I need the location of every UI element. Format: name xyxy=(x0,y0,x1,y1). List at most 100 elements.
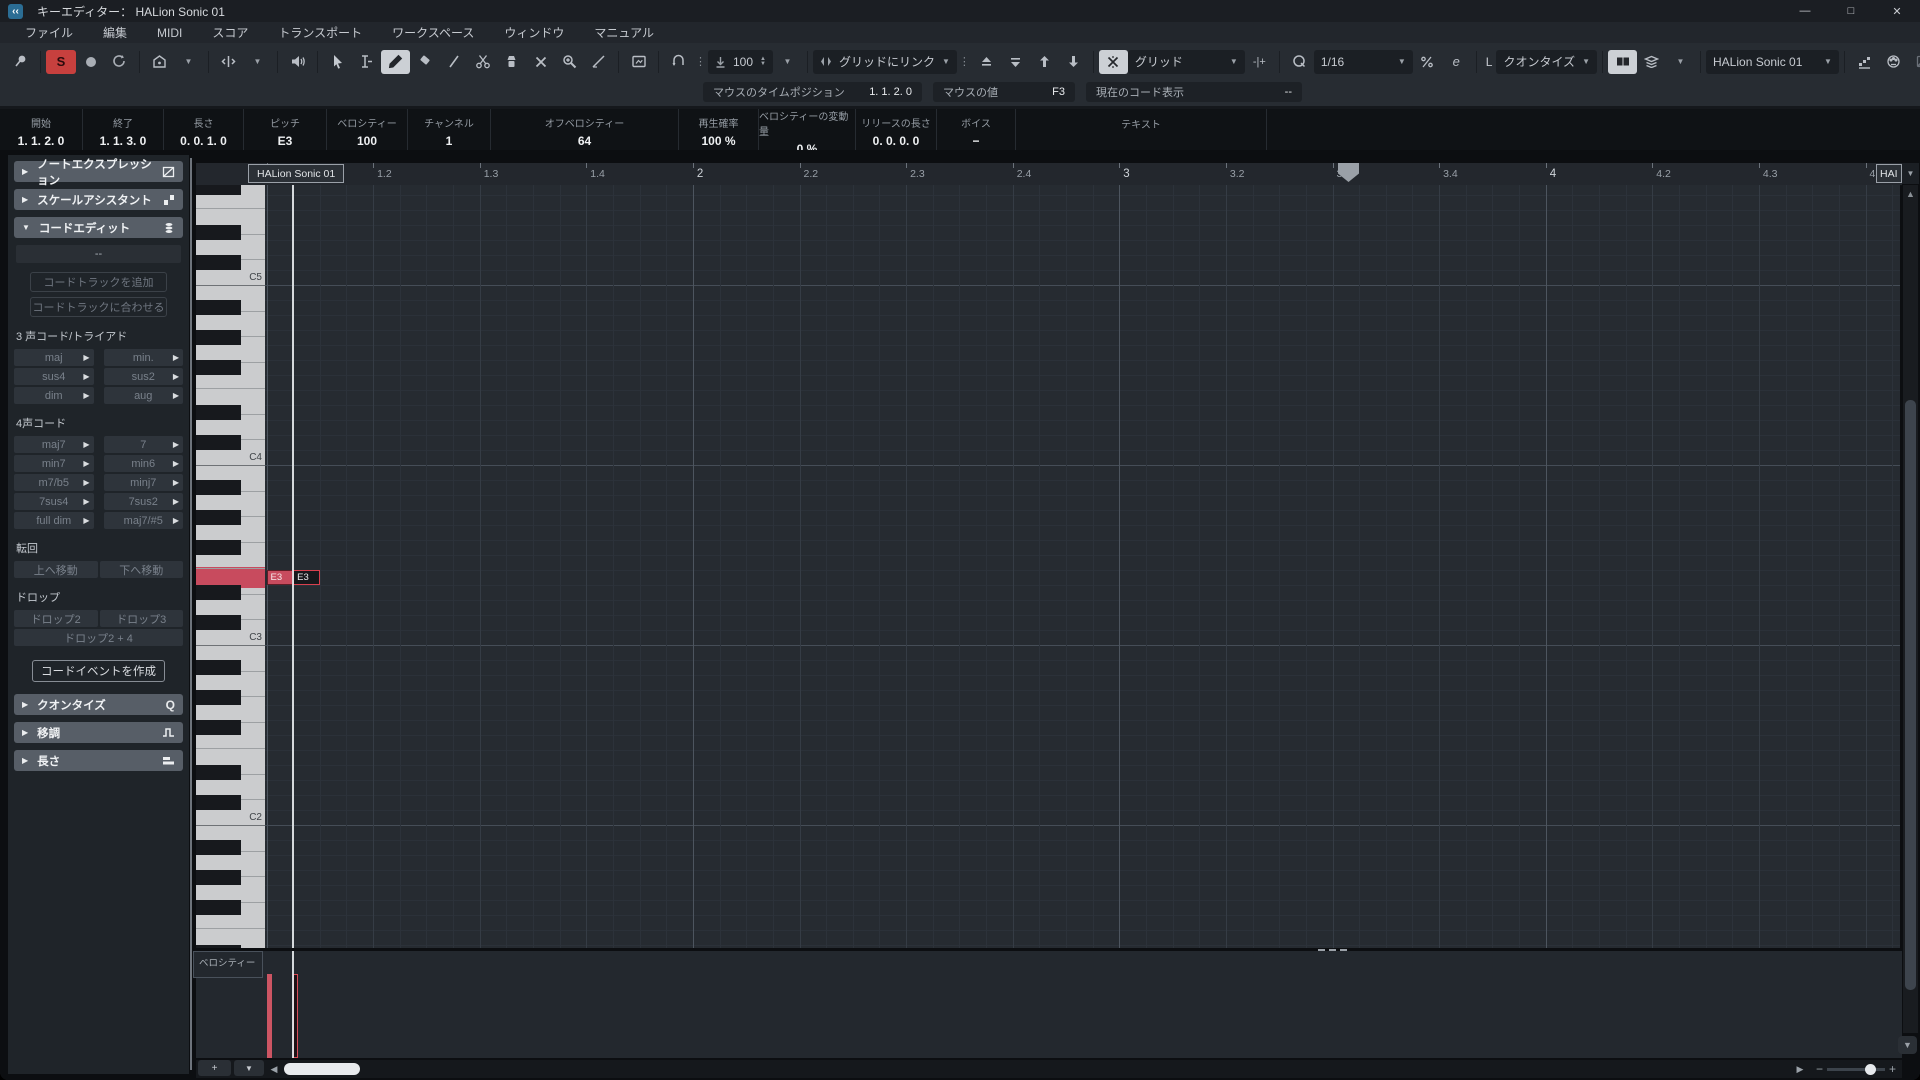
create-chord-event-button[interactable]: コードイベントを作成 xyxy=(32,660,165,682)
chord-button-maj[interactable]: maj▶ xyxy=(14,349,94,366)
menu-item-3[interactable]: スコア xyxy=(197,24,263,41)
piano-black-key[interactable] xyxy=(196,795,241,810)
chord-button-maj7[interactable]: maj7▶ xyxy=(14,436,94,453)
info-column-1[interactable]: 終了1. 1. 3. 0 xyxy=(83,109,164,153)
play-arrow-icon[interactable]: ▶ xyxy=(173,436,179,453)
pin-editor-icon[interactable] xyxy=(6,50,35,74)
piano-black-key[interactable] xyxy=(196,435,241,450)
zoom-track[interactable] xyxy=(1827,1068,1885,1071)
piano-black-key[interactable] xyxy=(196,765,241,780)
chord-button-aug[interactable]: aug▶ xyxy=(104,387,184,404)
piano-black-key[interactable] xyxy=(196,720,241,735)
line-tool[interactable] xyxy=(584,50,613,74)
add-chord-track-button[interactable]: コードトラックを追加 xyxy=(30,272,167,292)
midi-note-E3-selected[interactable]: E3 xyxy=(293,570,320,585)
iterative-quantize-icon[interactable] xyxy=(1413,50,1442,74)
independent-loop-button[interactable] xyxy=(664,50,693,74)
piano-black-key[interactable] xyxy=(196,540,241,555)
info-value[interactable]: 64 xyxy=(578,134,591,148)
left-zone-scrollbar[interactable] xyxy=(190,158,192,1070)
play-arrow-icon[interactable]: ▶ xyxy=(173,387,179,404)
piano-black-key[interactable] xyxy=(196,900,241,915)
horizontal-scrollbar[interactable] xyxy=(196,1060,1902,1078)
length-quantize-dropdown[interactable]: クオンタイズ ▼ xyxy=(1496,50,1597,74)
close-button[interactable]: ✕ xyxy=(1874,0,1920,22)
chord-button-dim[interactable]: dim▶ xyxy=(14,387,94,404)
chord-button-maj7-5[interactable]: maj7/#5▶ xyxy=(104,512,184,529)
scroll-right-icon[interactable]: ▶ xyxy=(1792,1062,1808,1076)
piano-black-key[interactable] xyxy=(196,660,241,675)
info-column-9[interactable]: リリースの長さ0. 0. 0. 0 xyxy=(856,109,937,153)
quantize-q-icon[interactable] xyxy=(1285,50,1314,74)
play-arrow-icon[interactable]: ▶ xyxy=(83,493,89,510)
info-column-2[interactable]: 長さ0. 0. 1. 0 xyxy=(164,109,244,153)
scroll-left-icon[interactable]: ◀ xyxy=(266,1062,282,1076)
grid-link-dropdown[interactable]: グリッドにリンク ▼ xyxy=(813,50,957,74)
velocity-bar[interactable] xyxy=(267,974,272,1058)
track-selector-dropdown[interactable]: HALion Sonic 01 ▼ xyxy=(1706,50,1839,74)
erase-tool[interactable] xyxy=(410,50,439,74)
zoom-slider[interactable]: − + xyxy=(1816,1062,1896,1076)
event-layers-icon[interactable] xyxy=(1637,50,1666,74)
collapse-lane-chevron[interactable]: ▼ xyxy=(1898,1036,1917,1054)
play-arrow-icon[interactable]: ▶ xyxy=(83,436,89,453)
chord-button-min7[interactable]: min7▶ xyxy=(14,455,94,472)
piano-black-key[interactable] xyxy=(196,255,241,270)
lane-divider[interactable] xyxy=(196,948,1902,951)
nudge-up-button[interactable] xyxy=(972,50,1001,74)
piano-black-key[interactable] xyxy=(196,300,241,315)
zoom-out-icon[interactable]: − xyxy=(1816,1062,1823,1076)
menu-item-5[interactable]: ワークスペース xyxy=(377,24,489,41)
menu-item-4[interactable]: トランスポート xyxy=(263,24,377,41)
info-column-8[interactable]: ベロシティーの変動量0 % xyxy=(759,109,856,153)
velocity-lane-label[interactable]: ベロシティー xyxy=(193,951,263,978)
note-grid[interactable]: E3E3 xyxy=(265,185,1900,950)
section-scale-assistant[interactable]: ▶ スケールアシスタント xyxy=(14,189,183,210)
piano-black-key[interactable] xyxy=(196,510,241,525)
insert-velocity-field[interactable]: 100 ▲▼ xyxy=(708,50,773,74)
chord-button-minj7[interactable]: minj7▶ xyxy=(104,474,184,491)
info-column-6[interactable]: オフベロシティー64 xyxy=(491,109,679,153)
edit-in-place-frame-icon[interactable] xyxy=(624,50,653,74)
horizontal-scroll-thumb[interactable] xyxy=(284,1063,360,1075)
chord-button-m7-b5[interactable]: m7/b5▶ xyxy=(14,474,94,491)
part-name-box[interactable]: HALion Sonic 01 xyxy=(248,164,344,183)
velocity-lane[interactable] xyxy=(196,951,1902,1058)
menu-item-7[interactable]: マニュアル xyxy=(579,24,669,41)
menu-item-6[interactable]: ウィンドウ xyxy=(489,24,579,41)
drop-button[interactable]: ドロップ2 xyxy=(14,610,98,627)
chord-button-sus2[interactable]: sus2▶ xyxy=(104,368,184,385)
lane-menu-button[interactable]: ▼ xyxy=(234,1060,264,1076)
snap-type-dropdown[interactable]: グリッド ▼ xyxy=(1128,50,1245,74)
zoom-in-icon[interactable]: + xyxy=(1889,1062,1896,1076)
length-quantize-value[interactable]: クオンタイズ xyxy=(1503,53,1575,70)
autoscroll-button[interactable] xyxy=(145,50,174,74)
play-arrow-icon[interactable]: ▶ xyxy=(83,368,89,385)
move-up-button[interactable] xyxy=(1030,50,1059,74)
acoustic-feedback-icon[interactable] xyxy=(283,50,312,74)
info-column-11[interactable]: テキスト xyxy=(1016,109,1267,153)
section-transpose[interactable]: ▶ 移調 xyxy=(14,722,183,743)
play-arrow-icon[interactable]: ▶ xyxy=(83,455,89,472)
info-value[interactable]: E3 xyxy=(278,134,293,148)
section-quantize[interactable]: ▶ クオンタイズ Q xyxy=(14,694,183,715)
chord-button-sus4[interactable]: sus4▶ xyxy=(14,368,94,385)
grid-type-icon[interactable]: -|+ xyxy=(1245,50,1274,74)
piano-black-key[interactable] xyxy=(196,585,241,600)
chord-button-7sus2[interactable]: 7sus2▶ xyxy=(104,493,184,510)
lane-divider-handle[interactable] xyxy=(1318,947,1347,952)
info-column-0[interactable]: 開始1. 1. 2. 0 xyxy=(0,109,83,153)
grid-link-label[interactable]: グリッドにリンク xyxy=(839,53,935,70)
record-in-editor-button[interactable] xyxy=(76,50,105,74)
autoscroll-options-dropdown[interactable]: ▼ xyxy=(174,50,203,74)
move-down-button[interactable] xyxy=(1059,50,1088,74)
play-arrow-icon[interactable]: ▶ xyxy=(173,512,179,529)
midi-input-button[interactable] xyxy=(1879,50,1908,74)
piano-keyboard[interactable]: C5C4C3C2 xyxy=(196,185,265,950)
show-part-borders-icon[interactable] xyxy=(214,50,243,74)
chord-button-full-dim[interactable]: full dim▶ xyxy=(14,512,94,529)
zoom-knob[interactable] xyxy=(1865,1064,1876,1075)
section-chord-edit[interactable]: ▼ コードエディット xyxy=(14,217,183,238)
quantize-preset-value[interactable]: 1/16 xyxy=(1321,55,1391,69)
vertical-scroll-thumb[interactable] xyxy=(1905,400,1916,990)
